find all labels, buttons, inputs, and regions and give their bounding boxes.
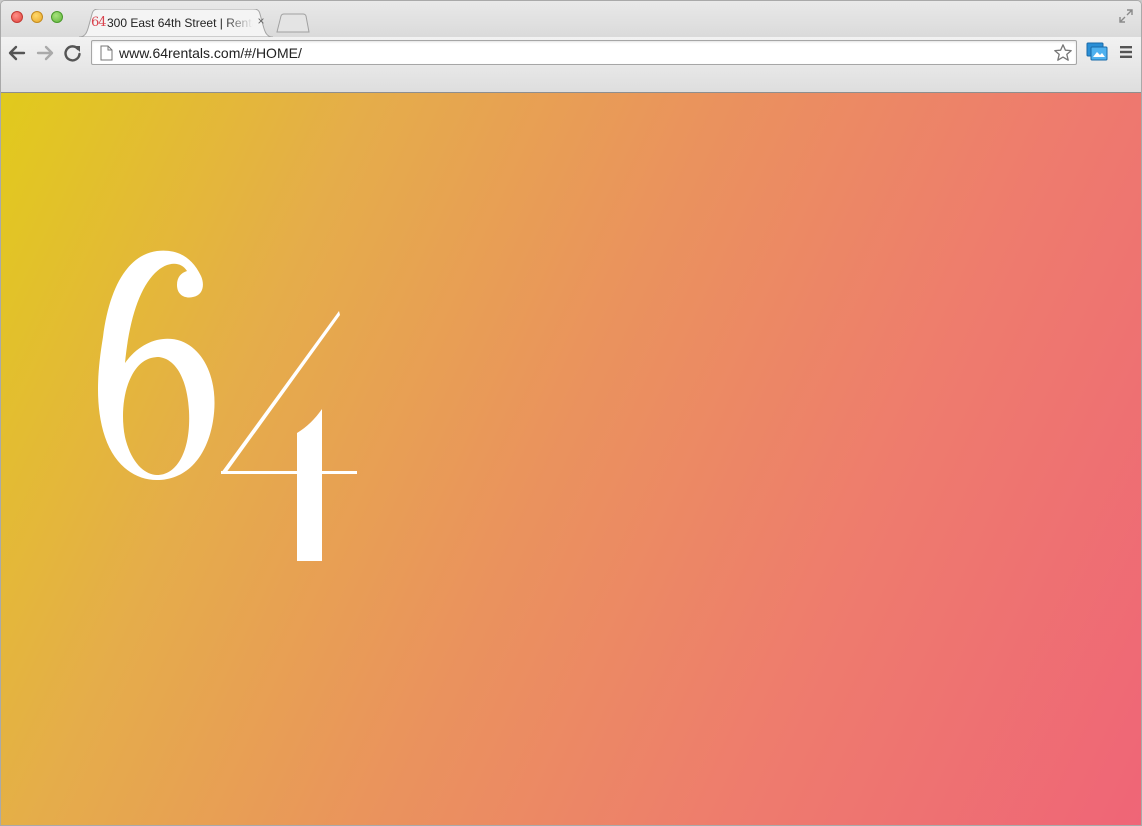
forward-arrow-icon[interactable] — [34, 43, 56, 63]
logo-digit-six — [98, 250, 215, 481]
minimize-window-button[interactable] — [31, 11, 43, 23]
back-arrow-icon[interactable] — [6, 43, 28, 63]
new-tab-button[interactable] — [275, 13, 311, 33]
page-viewport — [1, 93, 1141, 825]
fullscreen-icon[interactable] — [1118, 8, 1134, 24]
zoom-window-button[interactable] — [51, 11, 63, 23]
logo-digit-four-diagonal — [221, 311, 340, 473]
bookmark-star-icon[interactable] — [1053, 43, 1073, 63]
url-text[interactable]: www.64rentals.com/#/HOME/ — [119, 45, 302, 61]
tab-close-icon[interactable]: × — [255, 14, 267, 28]
title-bar: 64 300 East 64th Street | Rentals × — [1, 1, 1141, 37]
tab-favicon: 64 — [91, 15, 107, 30]
extension-icon[interactable] — [1086, 42, 1108, 62]
hero-logo-64[interactable] — [83, 241, 373, 571]
logo-digit-four-crossbar — [221, 471, 357, 474]
browser-window: 64 300 East 64th Street | Rentals × www.… — [0, 0, 1142, 826]
tab-title: 300 East 64th Street | Rentals — [107, 16, 253, 30]
browser-tab-active[interactable]: 64 300 East 64th Street | Rentals × — [79, 9, 273, 37]
menu-icon[interactable] — [1119, 45, 1133, 59]
close-window-button[interactable] — [11, 11, 23, 23]
logo-digit-four-stem — [297, 409, 322, 561]
page-icon — [100, 45, 113, 61]
address-bar[interactable]: www.64rentals.com/#/HOME/ — [91, 40, 1077, 65]
reload-icon[interactable] — [62, 43, 84, 63]
browser-toolbar: www.64rentals.com/#/HOME/ — [1, 37, 1141, 93]
